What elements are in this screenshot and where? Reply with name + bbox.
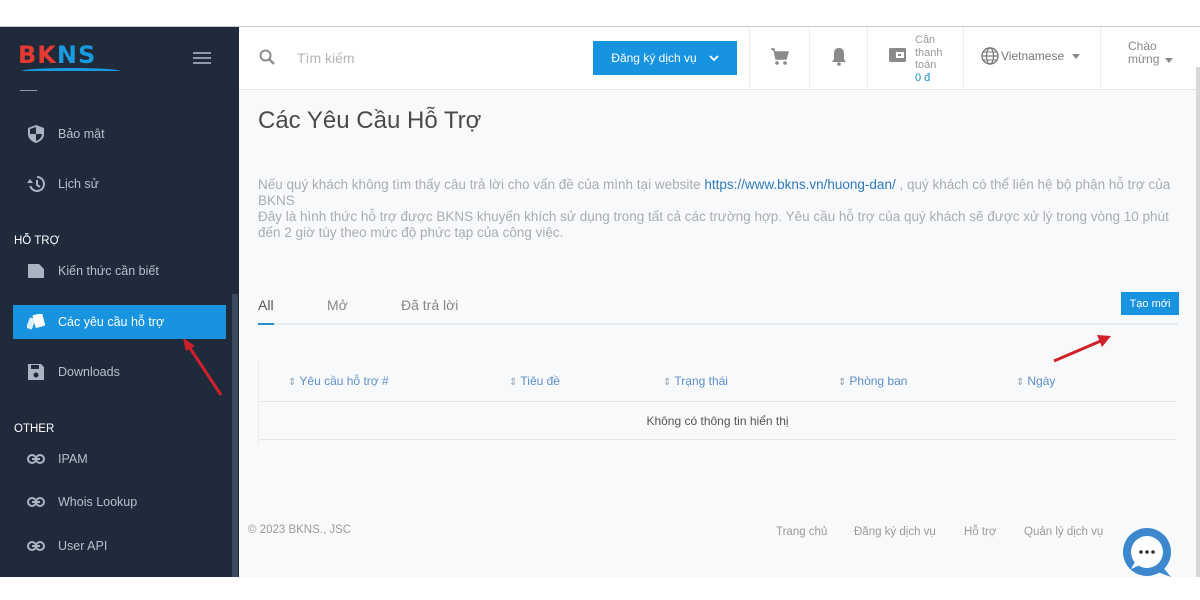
divider xyxy=(749,27,750,89)
sidebar-item-knowledge[interactable]: Kiến thức cần biết xyxy=(13,254,226,288)
column-header-date[interactable]: ⇕ Ngày xyxy=(1016,374,1055,388)
column-header-subject[interactable]: ⇕ Tiêu đề xyxy=(509,374,560,388)
sort-icon: ⇕ xyxy=(1016,377,1025,388)
floppy-disk-icon xyxy=(13,364,58,380)
sort-icon: ⇕ xyxy=(663,377,672,388)
sidebar-divider xyxy=(20,90,37,91)
column-label: Trạng thái xyxy=(674,374,728,388)
footer-link-manage-services[interactable]: Quản lý dịch vụ xyxy=(1024,526,1103,538)
register-service-button[interactable]: Đăng ký dịch vụ xyxy=(593,41,737,75)
link-icon xyxy=(13,541,58,551)
sidebar-item-user-api[interactable]: User API xyxy=(13,529,226,563)
tickets-table: ⇕ Yêu cầu hỗ trợ # ⇕ Tiêu đề ⇕ Trạng thái ⇕… xyxy=(258,360,1176,444)
active-tab-indicator xyxy=(258,323,274,325)
sidebar-item-security[interactable]: Bảo mật xyxy=(13,117,226,151)
logo-text-blue: NS xyxy=(56,41,97,69)
column-header-ticket-id[interactable]: ⇕ Yêu cầu hỗ trợ # xyxy=(288,374,389,388)
search-icon[interactable] xyxy=(259,49,275,70)
history-icon xyxy=(13,175,58,193)
column-label: Yêu cầu hỗ trợ # xyxy=(299,374,389,388)
sidebar: BKNS Bảo mật Lịch sử HỖ TRỢ Kiến thức cầ… xyxy=(0,27,239,577)
bkns-logo[interactable]: BKNS xyxy=(18,41,128,77)
sidebar-item-ipam[interactable]: IPAM xyxy=(13,442,226,476)
sidebar-item-label: Downloads xyxy=(58,365,120,379)
divider xyxy=(867,27,868,89)
empty-table-message: Không có thông tin hiển thị xyxy=(259,402,1176,440)
sort-icon: ⇕ xyxy=(509,377,518,388)
shield-icon xyxy=(13,125,58,143)
hamburger-menu-icon[interactable] xyxy=(193,52,211,66)
topbar: Đăng ký dịch vụ Cần thanh toán 0 đ Vietn… xyxy=(239,27,1200,90)
main-content: Các Yêu Cầu Hỗ Trợ Nếu quý khách không t… xyxy=(239,90,1196,577)
caret-down-icon xyxy=(1072,53,1081,59)
amount-due[interactable]: Cần thanh toán 0 đ xyxy=(915,34,943,84)
sidebar-item-history[interactable]: Lịch sử xyxy=(13,167,226,201)
chat-bubble-icon[interactable] xyxy=(1121,527,1173,579)
page-title: Các Yêu Cầu Hỗ Trợ xyxy=(258,107,482,134)
greeting-text: mừng xyxy=(1128,52,1160,66)
due-label: toán xyxy=(915,59,937,71)
app-window: BKNS Bảo mật Lịch sử HỖ TRỢ Kiến thức cầ… xyxy=(0,26,1200,579)
tab-all[interactable]: All xyxy=(258,297,274,313)
column-label: Tiêu đề xyxy=(520,374,560,388)
tickets-icon xyxy=(13,314,58,330)
tab-open[interactable]: Mở xyxy=(327,297,348,313)
column-header-status[interactable]: ⇕ Trạng thái xyxy=(663,374,728,388)
sidebar-item-label: Bảo mật xyxy=(58,127,105,141)
language-selector[interactable]: Vietnamese xyxy=(981,47,1081,65)
cart-icon[interactable] xyxy=(770,47,790,72)
sidebar-item-label: User API xyxy=(58,539,108,553)
footer-copyright: © 2023 BKNS., JSC xyxy=(248,524,352,536)
user-menu[interactable]: Chào mừng xyxy=(1128,40,1174,66)
footer-link-support[interactable]: Hỗ trợ xyxy=(964,526,996,538)
logo-text-red: BK xyxy=(18,41,57,69)
sidebar-section-support: HỖ TRỢ xyxy=(14,235,60,247)
due-amount-value: 0 đ xyxy=(915,71,931,84)
intro-text: Nếu quý khách không tìm thấy câu trả lời… xyxy=(258,177,1183,241)
sidebar-item-label: Các yêu cầu hỗ trợ xyxy=(58,315,165,329)
logo-swoosh xyxy=(22,68,120,74)
sort-icon: ⇕ xyxy=(288,377,297,388)
link-icon xyxy=(13,497,58,507)
guide-link[interactable]: https://www.bkns.vn/huong-dan/ xyxy=(704,177,895,192)
due-label: Cần xyxy=(915,34,936,46)
sidebar-item-label: Lịch sử xyxy=(58,177,100,191)
sidebar-item-downloads[interactable]: Downloads xyxy=(13,355,226,389)
search-input[interactable] xyxy=(297,47,557,69)
ticket-tabs: All Mở Đã trả lời xyxy=(258,295,1178,325)
sidebar-scrollbar[interactable] xyxy=(232,294,238,577)
footer-link-register-service[interactable]: Đăng ký dịch vụ xyxy=(854,526,936,538)
globe-icon xyxy=(981,47,999,65)
sidebar-section-other: OTHER xyxy=(14,423,55,435)
table-header: ⇕ Yêu cầu hỗ trợ # ⇕ Tiêu đề ⇕ Trạng thái ⇕… xyxy=(259,360,1176,402)
divider xyxy=(809,27,810,89)
column-label: Ngày xyxy=(1027,374,1056,388)
create-new-ticket-button[interactable]: Tạo mới xyxy=(1121,292,1179,315)
chevron-down-icon xyxy=(709,54,719,61)
sidebar-item-support-tickets[interactable]: Các yêu cầu hỗ trợ xyxy=(13,305,226,339)
caret-down-icon xyxy=(1165,58,1174,63)
intro-text-part: Nếu quý khách không tìm thấy câu trả lời… xyxy=(258,177,705,192)
due-label: thanh xyxy=(915,46,943,59)
language-label: Vietnamese xyxy=(1001,49,1065,63)
register-service-label: Đăng ký dịch vụ xyxy=(611,51,697,65)
wallet-icon xyxy=(889,47,907,68)
sidebar-item-label: IPAM xyxy=(58,452,88,466)
page-scrollbar[interactable] xyxy=(1196,67,1200,577)
sort-icon: ⇕ xyxy=(838,377,847,388)
divider xyxy=(1100,27,1101,89)
link-icon xyxy=(13,454,58,464)
intro-text-part: Đây là hình thức hỗ trợ được BKNS khuyến… xyxy=(258,209,1169,240)
column-label: Phòng ban xyxy=(849,374,908,388)
document-icon xyxy=(13,264,58,278)
sidebar-item-label: Kiến thức cần biết xyxy=(58,264,159,278)
tab-answered[interactable]: Đã trả lời xyxy=(401,297,458,313)
divider xyxy=(963,27,964,89)
bell-icon[interactable] xyxy=(831,47,847,71)
column-header-department[interactable]: ⇕ Phòng ban xyxy=(838,374,907,388)
sidebar-item-label: Whois Lookup xyxy=(58,495,138,509)
sidebar-item-whois-lookup[interactable]: Whois Lookup xyxy=(13,485,226,519)
footer-link-home[interactable]: Trang chủ xyxy=(776,526,827,538)
